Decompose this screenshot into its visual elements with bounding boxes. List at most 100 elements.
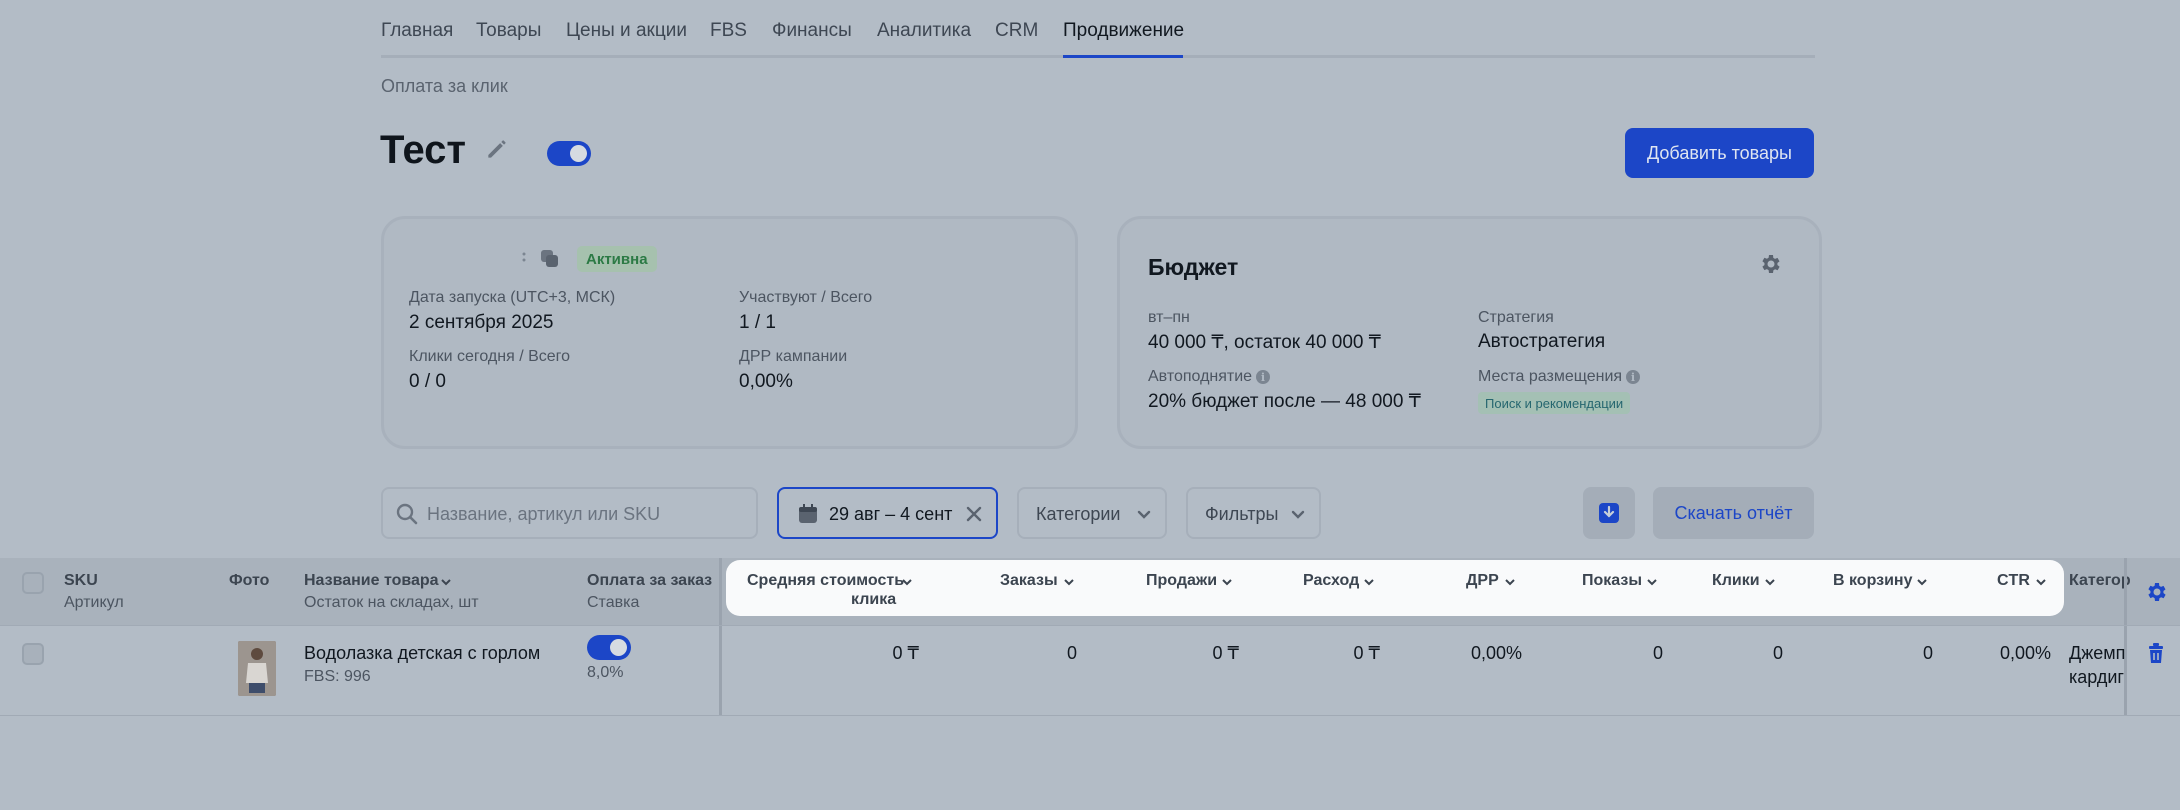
chevron-down-icon[interactable]: [1221, 576, 1233, 588]
autoraise-value: 20% бюджет после — 48 000 ₸: [1148, 391, 1421, 412]
budget-title: Бюджет: [1148, 254, 1239, 280]
cell-drr: 0,00%: [1470, 643, 1522, 663]
download-report-button[interactable]: Скачать отчёт: [1653, 487, 1814, 539]
copy-icon[interactable]: [539, 248, 561, 270]
drr-label: ДРР кампании: [739, 348, 848, 365]
cell-cart: 0: [1922, 643, 1933, 663]
placement-tag: Поиск и рекомендации: [1478, 392, 1631, 414]
cell-orders: 0: [1066, 643, 1077, 663]
row-checkbox[interactable]: [22, 643, 44, 665]
th-pay[interactable]: Оплата за заказ: [587, 572, 712, 590]
th-photo: Фото: [229, 572, 270, 589]
placement-label: Места размещения: [1478, 368, 1623, 385]
campaign-toggle[interactable]: [547, 141, 591, 166]
active-tab-indicator: [1063, 55, 1183, 58]
chevron-down-icon[interactable]: [1646, 576, 1658, 588]
cell-category-line2: кардиг: [2069, 667, 2125, 687]
close-icon[interactable]: [966, 506, 982, 522]
tab-main[interactable]: Главная: [381, 20, 453, 42]
tab-promotion[interactable]: Продвижение: [1063, 20, 1184, 42]
tab-fbs[interactable]: FBS: [710, 20, 747, 42]
chevron-down-icon[interactable]: [1916, 576, 1928, 588]
chevron-down-icon[interactable]: [1063, 576, 1075, 588]
product-name[interactable]: Водолазка детская с горлом: [304, 643, 540, 664]
launch-date-label: Дата запуска (UTC+3, МСК): [409, 289, 616, 306]
strategy-value: Автостратегия: [1478, 331, 1606, 352]
row-divider: [0, 715, 2180, 716]
categories-label: Категории: [1036, 504, 1121, 524]
chevron-down-icon[interactable]: [2035, 576, 2047, 588]
status-badge: Активна: [577, 246, 657, 272]
tab-prices[interactable]: Цены и акции: [566, 20, 687, 42]
add-products-button[interactable]: Добавить товары: [1625, 128, 1814, 178]
row-divider: [0, 625, 2180, 626]
tab-crm[interactable]: CRM: [995, 20, 1038, 42]
drag-handle-icon: [522, 248, 526, 268]
clicks-label: Клики сегодня / Всего: [409, 348, 571, 365]
categories-dropdown[interactable]: Категории: [1017, 487, 1167, 539]
calendar-icon: [799, 504, 817, 523]
budget-days-label: вт–пн: [1148, 309, 1190, 326]
participate-value: 1 / 1: [739, 312, 776, 333]
trash-icon[interactable]: [2146, 643, 2166, 665]
th-views[interactable]: Показы: [1582, 572, 1642, 590]
tab-analytics[interactable]: Аналитика: [877, 20, 971, 42]
column-divider: [719, 558, 722, 716]
select-all-checkbox[interactable]: [22, 572, 44, 594]
chevron-down-icon[interactable]: [1764, 576, 1776, 588]
tab-finance[interactable]: Финансы: [772, 20, 852, 42]
clicks-value: 0 / 0: [409, 371, 446, 392]
download-button[interactable]: [1583, 487, 1635, 539]
th-avg-cost[interactable]: Средняя стоимость: [747, 572, 904, 590]
launch-date-value: 2 сентября 2025: [409, 312, 554, 333]
chevron-down-icon[interactable]: [1504, 576, 1516, 588]
strategy-label: Стратегия: [1478, 309, 1554, 326]
cell-spend: 0 ₸: [1353, 643, 1380, 663]
cell-clicks: 0: [1772, 643, 1783, 663]
tab-products[interactable]: Товары: [476, 20, 541, 42]
cell-sales: 0 ₸: [1212, 643, 1239, 663]
th-category[interactable]: Категор: [2069, 572, 2131, 590]
date-range-value: 29 авг – 4 сент: [829, 504, 953, 524]
cell-avg-cost: 0 ₸: [892, 643, 919, 663]
filters-dropdown[interactable]: Фильтры: [1186, 487, 1321, 539]
th-orders[interactable]: Заказы: [1000, 572, 1058, 590]
cell-views: 0: [1652, 643, 1663, 663]
th-avg-cost-line2: клика: [851, 591, 897, 608]
th-cart[interactable]: В корзину: [1833, 572, 1912, 590]
gear-icon[interactable]: [1758, 252, 1782, 276]
th-sku[interactable]: SKU: [64, 572, 98, 590]
info-icon[interactable]: i: [1256, 370, 1270, 384]
chevron-down-icon[interactable]: [901, 576, 913, 588]
chevron-down-icon[interactable]: [440, 576, 452, 588]
th-clicks[interactable]: Клики: [1712, 572, 1760, 590]
budget-days-value: 40 000 ₸, остаток 40 000 ₸: [1148, 332, 1381, 353]
cell-category: Джемп: [2069, 643, 2126, 663]
chevron-down-icon[interactable]: [1363, 576, 1375, 588]
date-range-picker[interactable]: 29 авг – 4 сент: [777, 487, 998, 539]
th-name[interactable]: Название товара: [304, 572, 439, 590]
filters-label: Фильтры: [1205, 504, 1279, 524]
info-icon[interactable]: i: [1626, 370, 1640, 384]
toggle-knob: [610, 639, 627, 656]
cell-ctr: 0,00%: [1999, 643, 2051, 663]
th-rate: Ставка: [587, 594, 640, 611]
toggle-knob: [570, 145, 587, 162]
breadcrumb[interactable]: Оплата за клик: [381, 76, 508, 97]
th-drr[interactable]: ДРР: [1466, 572, 1499, 590]
th-sales[interactable]: Продажи: [1146, 572, 1217, 590]
top-nav: Главная Товары Цены и акции FBS Финансы …: [381, 0, 1815, 58]
edit-icon[interactable]: [484, 136, 510, 162]
search-input[interactable]: Название, артикул или SKU: [381, 487, 758, 539]
th-stock: Остаток на складах, шт: [304, 594, 479, 611]
th-ctr[interactable]: CTR: [1997, 572, 2030, 590]
participate-label: Участвуют / Всего: [739, 289, 873, 306]
product-photo[interactable]: [238, 641, 276, 696]
download-icon: [1599, 503, 1619, 523]
product-fbs: FBS: 996: [304, 668, 371, 685]
th-spend[interactable]: Расход: [1303, 572, 1359, 590]
column-settings-gear-icon[interactable]: [2144, 580, 2168, 604]
chevron-down-icon: [1137, 510, 1151, 519]
pay-per-order-toggle[interactable]: [587, 635, 631, 660]
th-article: Артикул: [64, 594, 124, 611]
